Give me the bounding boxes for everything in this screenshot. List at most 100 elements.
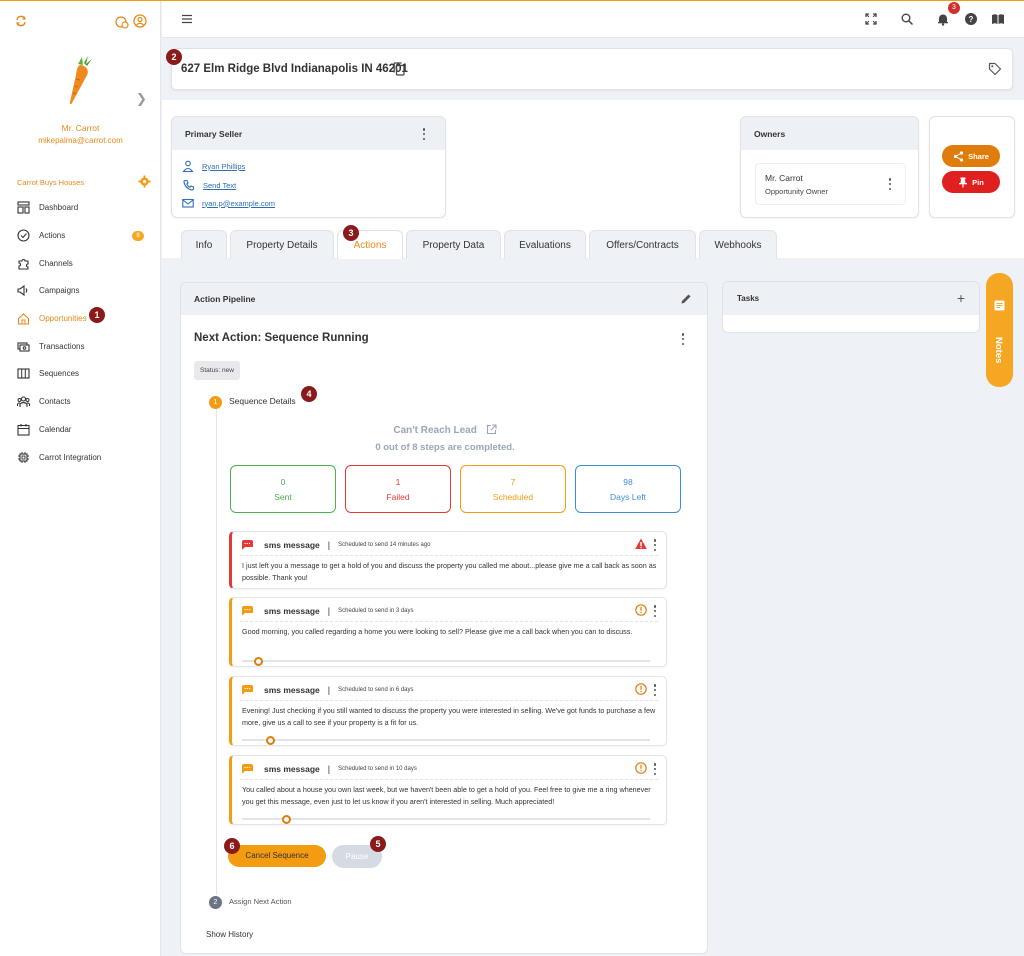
pin-button[interactable]: Pin [942,171,1000,193]
step-marker-2: 2 [166,49,182,65]
schedule-slider-track[interactable] [242,735,650,745]
sidebar-item-sequences[interactable]: Sequences [0,360,161,388]
owners-header: Owners [741,117,918,150]
sidebar-item-contacts[interactable]: Contacts [0,388,161,416]
sequence-step-card[interactable]: sms message | Scheduled to send in 6 day… [229,676,667,746]
sidebar-item-actions[interactable]: Actions 8 [0,222,161,250]
kebab-menu-icon[interactable] [653,539,657,551]
sidebar-item-dashboard[interactable]: Dashboard [0,194,161,222]
sms-icon [242,764,253,774]
tab-info[interactable]: Info [181,230,227,259]
add-task-plus-icon[interactable]: + [957,290,965,306]
dashboard-icon [17,201,30,214]
sequence-details-label[interactable]: Sequence Details [229,396,296,406]
pin-label: Pin [972,177,984,187]
sequence-step-card[interactable]: sms message | Scheduled to send 14 minut… [229,531,667,589]
message-type: sms message [264,764,320,774]
show-history-link[interactable]: Show History [206,930,253,939]
sidebar-item-carrot-integration[interactable]: Carrot Integration [0,443,161,471]
notes-drawer-tab[interactable]: Notes [986,273,1013,387]
schedule-slider-track[interactable] [242,814,650,824]
sidebar-item-transactions[interactable]: Transactions [0,332,161,360]
share-pin-card [929,116,1015,218]
org-name[interactable]: Carrot Buys Houses [17,178,84,187]
divider [240,779,658,780]
message-body: You called about a house you own last we… [242,785,651,806]
share-icon [953,150,964,162]
switch-account-icon[interactable] [115,15,129,29]
seller-name-link[interactable]: Ryan Phillips [182,160,245,172]
kebab-menu-icon[interactable] [681,333,685,345]
tag-icon[interactable] [988,62,1002,76]
sequence-name-row: Can't Reach Lead [181,424,707,436]
message-body: Evening! Just checking if you still want… [242,706,656,727]
divider [240,621,658,622]
share-button[interactable]: Share [942,145,1000,167]
edit-pencil-icon[interactable] [680,293,692,305]
owners-card: Owners Mr. Carrot Opportunity Owner [740,116,919,218]
kebab-menu-icon[interactable] [888,178,892,190]
fullscreen-icon[interactable] [864,12,878,26]
sync-icon[interactable] [14,14,28,28]
action-pipeline-panel: Action Pipeline Next Action: Sequence Ru… [180,282,708,954]
sidebar-item-campaigns[interactable]: Campaigns [0,277,161,305]
warning-icon [635,538,647,549]
book-icon[interactable] [991,12,1005,26]
sequence-step-card[interactable]: sms message | Scheduled to send in 10 da… [229,755,667,825]
step-2-dot: 2 [209,896,222,909]
kebab-menu-icon[interactable] [653,763,657,775]
tab-evaluations[interactable]: Evaluations [504,230,586,259]
actions-count-badge: 8 [132,230,144,241]
people-icon [17,396,30,408]
chip-icon [18,451,29,463]
separator: | [327,764,331,774]
sidebar-item-label: Actions [39,231,66,241]
sidebar-item-label: Contacts [39,397,71,407]
user-profile-icon[interactable] [133,14,147,28]
message-header: sms message | Scheduled to send in 6 day… [242,684,414,696]
sequence-step-card[interactable]: sms message | Scheduled to send in 3 day… [229,597,667,667]
copy-icon[interactable] [393,62,405,76]
cancel-sequence-button[interactable]: Cancel Sequence [228,845,326,867]
search-icon[interactable] [900,12,914,26]
share-label: Share [968,151,989,161]
seller-email-link[interactable]: ryan.p@example.com [182,197,275,209]
hamburger-menu-icon[interactable] [180,12,194,26]
kebab-menu-icon[interactable] [422,128,426,140]
external-link-icon[interactable] [486,424,497,435]
divider [240,555,658,556]
assign-next-action-label[interactable]: Assign Next Action [229,897,292,906]
primary-seller-header: Primary Seller [172,117,445,150]
stat-sent-value: 0 [280,477,286,487]
help-icon[interactable]: ? [964,12,978,26]
sidebar-item-label: Sequences [39,369,80,379]
step-marker-3: 3 [343,225,359,241]
timeline-line [216,407,217,895]
message-schedule: Scheduled to send 14 minutes ago [338,542,431,548]
sidebar-expand-chevron-icon[interactable]: ❯ [136,91,147,107]
user-email: mikepalma@carrot.com [38,136,123,145]
seller-name[interactable]: Ryan Phillips [202,162,245,171]
schedule-slider-handle[interactable] [253,656,263,666]
bell-icon[interactable] [936,12,950,26]
send-text-link[interactable]: Send Text [183,179,236,191]
sidebar-item-opportunities[interactable]: Opportunities [0,305,161,333]
schedule-slider-handle[interactable] [266,735,276,745]
tab-property-data[interactable]: Property Data [406,230,501,259]
sidebar-item-channels[interactable]: Channels [0,249,161,277]
money-icon [17,342,30,352]
send-text-label[interactable]: Send Text [203,181,236,190]
kebab-menu-icon[interactable] [653,684,657,696]
tab-offers-contracts[interactable]: Offers/Contracts [589,230,696,259]
sidebar-item-calendar[interactable]: Calendar [0,416,161,444]
tab-property-details[interactable]: Property Details [230,230,334,259]
gear-icon[interactable] [138,175,151,188]
tab-webhooks[interactable]: Webhooks [699,230,777,259]
schedule-slider-track[interactable] [242,656,650,666]
clock-alert-icon [635,762,647,774]
seller-email[interactable]: ryan.p@example.com [202,199,275,208]
clock-alert-icon [635,604,647,616]
schedule-slider-handle[interactable] [282,814,292,824]
separator: | [327,685,331,695]
kebab-menu-icon[interactable] [653,605,657,617]
